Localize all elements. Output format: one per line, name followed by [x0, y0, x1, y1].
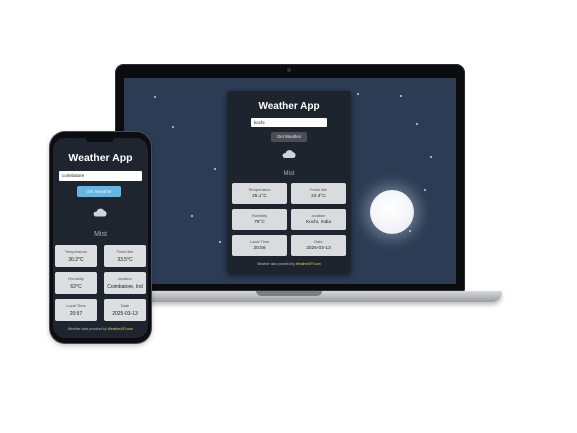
weather-condition: Mist	[283, 171, 295, 177]
tile-local-time: Local Time 20:57	[55, 299, 97, 321]
moon-illustration	[370, 190, 414, 234]
tile-label: Feels like	[116, 249, 134, 254]
weatherapi-link[interactable]: WeatherAPI.com	[296, 262, 321, 266]
city-search-input[interactable]: kochi	[251, 118, 327, 127]
tile-label: Local Time	[249, 239, 270, 244]
tile-feels-like: Feels like 24.3°C	[291, 183, 346, 204]
tile-date: Date 2025-03-13	[291, 235, 346, 256]
tile-value: 63°C	[70, 284, 82, 290]
attribution-footer: Weather data provided by WeatherAPI.com	[227, 262, 351, 266]
tile-value: 78°C	[254, 220, 265, 225]
laptop-trackpad-notch	[256, 291, 322, 296]
tile-label: Humidity	[251, 213, 268, 218]
tile-value: 30.2°C	[68, 257, 84, 263]
tile-label: Date	[120, 303, 130, 308]
tile-value: 2025-03-13	[306, 246, 331, 251]
tile-value: 2025-03-13	[112, 311, 138, 317]
city-search-input[interactable]: coimbatore	[59, 171, 142, 181]
app-title: Weather App	[68, 152, 133, 164]
tile-location: location Kochi, India	[291, 209, 346, 230]
star	[172, 126, 174, 128]
tile-label: Temperature	[64, 249, 88, 254]
tile-label: location	[311, 213, 326, 218]
star	[219, 241, 221, 243]
cloud-icon	[93, 208, 107, 217]
tile-label: location	[118, 276, 132, 281]
tile-value: 20:57	[69, 311, 83, 317]
weatherapi-link[interactable]: WeatherAPI.com	[108, 327, 134, 331]
laptop-screen: Weather App kochi Get Weather Mist Tempe…	[124, 78, 456, 284]
tile-humidity: Humidity 63°C	[55, 272, 97, 294]
star	[409, 230, 411, 232]
cloud-icon	[282, 150, 296, 158]
get-weather-button[interactable]: Get Weather	[271, 132, 307, 142]
tile-value: Kochi, India	[305, 220, 332, 225]
tile-feels-like: Feels like 33.5°C	[104, 245, 146, 267]
tile-label: Temperature	[248, 187, 271, 192]
weather-card: Weather App kochi Get Weather Mist Tempe…	[227, 91, 351, 274]
tile-value: 33.5°C	[117, 257, 133, 263]
app-title: Weather App	[258, 101, 320, 112]
camera-icon	[287, 68, 291, 72]
phone-screen: Weather App coimbatore Get Weather Mist …	[53, 138, 148, 338]
star	[154, 96, 156, 98]
tile-local-time: Local Time 20:56	[232, 235, 287, 256]
attribution-text: Weather data provided by	[67, 327, 107, 331]
tile-date: Date 2025-03-13	[104, 299, 146, 321]
star	[430, 156, 432, 158]
tile-location: location Coimbatore, Ind	[104, 272, 146, 294]
tile-label: Date	[314, 239, 323, 244]
tile-value: 25.1°C	[252, 194, 267, 199]
star	[416, 123, 418, 125]
tile-value: 20:56	[253, 246, 266, 251]
tile-humidity: Humidity 78°C	[232, 209, 287, 230]
tile-temperature: Temperature 25.1°C	[232, 183, 287, 204]
star	[214, 168, 216, 170]
attribution-footer: Weather data provided by WeatherAPI.com	[53, 327, 148, 331]
get-weather-button[interactable]: Get Weather	[77, 186, 121, 197]
star	[357, 93, 359, 95]
tile-label: Humidity	[68, 276, 84, 281]
tile-label: Local Time	[66, 303, 86, 308]
tile-temperature: Temperature 30.2°C	[55, 245, 97, 267]
star	[424, 189, 426, 191]
weather-condition: Mist	[94, 231, 107, 238]
star	[400, 95, 402, 97]
phone-notch	[86, 137, 114, 142]
star	[191, 215, 193, 217]
tile-label: Feels like	[310, 187, 327, 192]
attribution-text: Weather data provided by	[257, 262, 295, 266]
tile-value: Coimbatore, Ind	[107, 284, 143, 290]
tile-value: 24.3°C	[311, 194, 326, 199]
